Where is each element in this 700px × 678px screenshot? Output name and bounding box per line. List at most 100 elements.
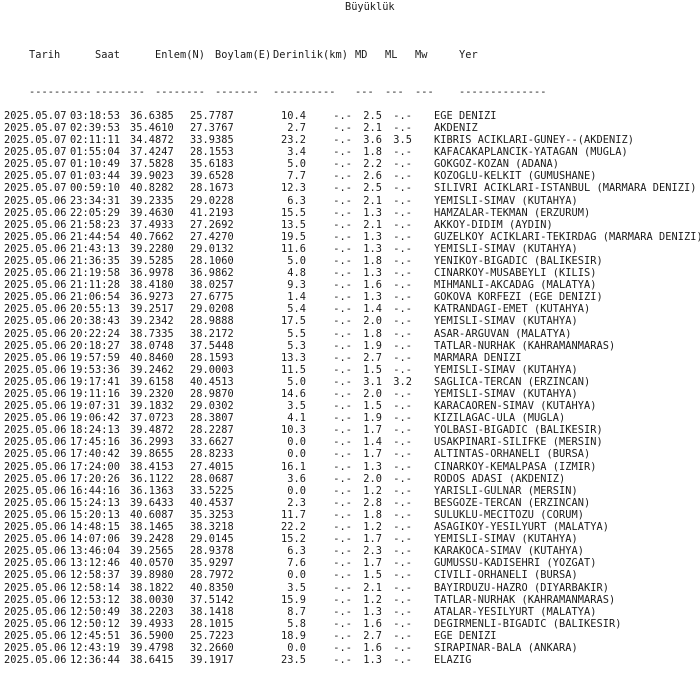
cell-longitude: 27.4015 (190, 460, 234, 473)
cell-latitude: 38.0030 (130, 593, 174, 606)
cell-ml: 2.8 (363, 496, 382, 509)
cell-md-wrap: -.- (330, 243, 360, 255)
cell-mw: -.- (393, 170, 412, 183)
cell-mw-wrap: -.- (390, 400, 434, 412)
cell-md-wrap: -.- (330, 509, 360, 521)
cell-mw-wrap: -.- (390, 122, 434, 134)
cell-latitude: 39.2335 (130, 194, 174, 207)
table-row: 2025.05.07 01:55:04 37.4247 28.1553 3.4 -.- 1.… (4, 146, 700, 158)
table-row: 2025.05.06 12:36:44 38.6415 39.1917 23.5 -.- 1… (4, 654, 700, 666)
cell-longitude: 27.3767 (190, 121, 234, 134)
cell-time: 12:36:44 (70, 654, 120, 667)
cell-md-wrap: -.- (330, 485, 360, 497)
cell-md: -.- (333, 545, 352, 558)
cell-depth-wrap: 16.1 (248, 461, 330, 473)
cell-ml: 1.3 (363, 242, 382, 255)
cell-location: RODOS ADASI (AKDENIZ) (434, 472, 566, 485)
cell-date: 2025.05.06 (4, 291, 67, 304)
cell-time: 15:24:13 (70, 496, 120, 509)
cell-mw: -.- (393, 388, 412, 400)
cell-longitude: 28.9378 (190, 545, 234, 558)
table-row: 2025.05.06 21:06:54 36.9273 27.6775 1.4 -.- 1.… (4, 291, 700, 303)
cell-latitude: 36.5900 (130, 629, 174, 642)
cell-depth: 2.3 (287, 496, 306, 509)
cell-depth-wrap: 18.9 (248, 630, 330, 642)
cell-date: 2025.05.06 (4, 581, 67, 594)
cell-depth-wrap: 3.6 (248, 473, 330, 485)
header-location: Yer (459, 49, 478, 62)
cell-longitude: 29.0208 (190, 303, 234, 316)
cell-ml-wrap: 1.6 (360, 642, 390, 654)
cell-mw: -.- (393, 508, 412, 521)
cell-depth-wrap: 22.2 (248, 521, 330, 533)
cell-time: 00:59:10 (70, 182, 120, 195)
cell-depth-wrap: 0.0 (248, 642, 330, 654)
cell-depth-wrap: 8.7 (248, 606, 330, 618)
cell-time: 20:18:27 (70, 339, 120, 352)
separator-depth: ---------- (273, 85, 336, 98)
cell-time: 16:44:16 (70, 484, 120, 497)
cell-md: -.- (333, 182, 352, 195)
cell-date: 2025.05.06 (4, 641, 67, 654)
cell-mw-wrap: -.- (390, 182, 434, 194)
cell-mw: -.- (393, 629, 412, 642)
cell-ml-wrap: 1.5 (360, 400, 390, 412)
table-row: 2025.05.06 19:07:31 39.1832 29.0302 3.5 -.- 1.… (4, 400, 700, 412)
table-row: 2025.05.06 16:44:16 36.1363 33.5225 0.0 -.- 1.… (4, 485, 700, 497)
cell-depth-wrap: 6.3 (248, 195, 330, 207)
cell-depth-wrap: 5.3 (248, 340, 330, 352)
cell-depth-wrap: 5.5 (248, 328, 330, 340)
cell-md: -.- (333, 279, 352, 292)
cell-mw: -.- (393, 242, 412, 255)
cell-depth: 3.6 (287, 472, 306, 485)
cell-mw-wrap: -.- (390, 279, 434, 291)
table-row: 2025.05.06 21:43:13 39.2280 29.0132 11.6 -.- 1… (4, 243, 700, 255)
cell-date: 2025.05.06 (4, 508, 67, 521)
cell-depth: 0.0 (287, 436, 306, 449)
cell-location: CIVILI-ORHANELI (BURSA) (434, 569, 578, 582)
header-latitude: Enlem(N) (155, 49, 205, 62)
cell-date: 2025.05.06 (4, 218, 67, 231)
cell-latitude: 39.2342 (130, 315, 174, 328)
cell-md-wrap: -.- (330, 412, 360, 424)
cell-mw-wrap: -.- (390, 448, 434, 460)
cell-depth: 0.0 (287, 569, 306, 582)
table-row: 2025.05.06 18:24:13 39.4872 28.2287 10.3 -.- 1… (4, 424, 700, 436)
cell-time: 12:53:12 (70, 593, 120, 606)
separator-longitude: ------- (215, 85, 259, 98)
cell-mw: -.- (393, 351, 412, 364)
cell-md-wrap: -.- (330, 170, 360, 182)
cell-ml: 2.5 (363, 109, 382, 122)
cell-latitude: 39.2280 (130, 242, 174, 255)
table-row: 2025.05.07 03:18:53 36.6385 25.7787 10.4 -.- 2… (4, 110, 700, 122)
cell-date: 2025.05.06 (4, 569, 67, 582)
cell-ml-wrap: 1.8 (360, 146, 390, 158)
cell-depth: 5.0 (287, 158, 306, 171)
cell-location: BESGOZE-TERCAN (ERZINCAN) (434, 496, 591, 509)
cell-latitude: 40.6087 (130, 508, 174, 521)
cell-date: 2025.05.06 (4, 400, 67, 413)
cell-time: 12:45:51 (70, 629, 120, 642)
cell-date: 2025.05.06 (4, 327, 67, 340)
cell-md-wrap: -.- (330, 134, 360, 146)
cell-time: 20:22:24 (70, 327, 120, 340)
cell-mw: -.- (393, 303, 412, 316)
cell-md: -.- (333, 218, 352, 231)
cell-location: EGE DENIZI (434, 109, 497, 122)
cell-ml: 1.2 (363, 521, 382, 534)
cell-md: -.- (333, 412, 352, 425)
cell-ml-wrap: 1.6 (360, 618, 390, 630)
cell-mw-wrap: -.- (390, 557, 434, 569)
cell-ml-wrap: 2.7 (360, 630, 390, 642)
cell-mw: -.- (393, 230, 412, 243)
cell-mw: -.- (393, 363, 412, 376)
cell-longitude: 25.7223 (190, 629, 234, 642)
cell-depth-wrap: 1.4 (248, 291, 330, 303)
cell-ml: 3.1 (363, 375, 382, 388)
cell-time: 23:34:31 (70, 194, 120, 207)
table-row: 2025.05.06 19:53:36 39.2462 29.0003 11.5 -.- 1… (4, 364, 700, 376)
cell-location: USAKPINARI-SILIFKE (MERSIN) (434, 436, 603, 449)
cell-md: -.- (333, 654, 352, 667)
cell-longitude: 29.0302 (190, 400, 234, 413)
cell-mw-wrap: -.- (390, 315, 434, 327)
